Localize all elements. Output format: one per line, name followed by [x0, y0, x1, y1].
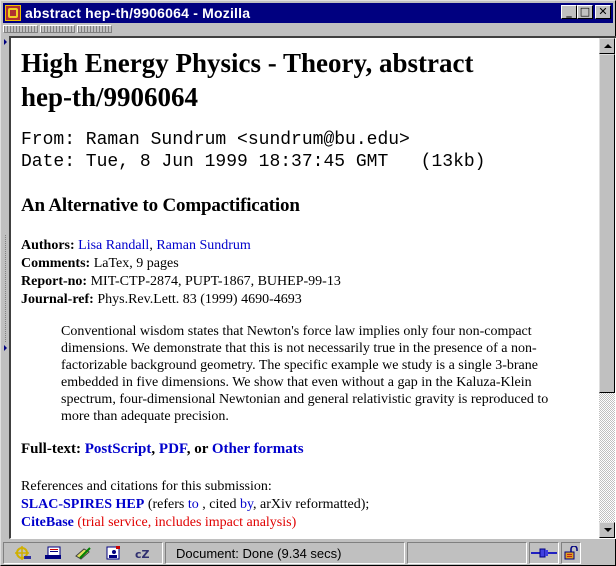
- maximize-button[interactable]: □: [577, 5, 593, 19]
- citebase-note: (trial service, includes impact analysis…: [73, 515, 297, 530]
- date-line: Date: Tue, 8 Jun 1999 18:37:45 GMT (13kb…: [21, 152, 486, 172]
- scroll-down-button[interactable]: [599, 522, 615, 538]
- irc-chat-icon[interactable]: cZ: [134, 546, 152, 561]
- sidebar-splitter[interactable]: [3, 37, 8, 537]
- sidebar-expand-arrow-icon[interactable]: [4, 39, 7, 45]
- scrollbar-thumb[interactable]: [599, 54, 615, 393]
- page-content: High Energy Physics - Theory, abstract h…: [11, 38, 599, 538]
- from-line: From: Raman Sundrum <sundrum@bu.edu>: [21, 130, 410, 150]
- minimize-button[interactable]: _: [561, 5, 577, 19]
- collapsed-toolbars: [3, 25, 613, 35]
- mail-icon[interactable]: [44, 546, 62, 560]
- fulltext-row: Full-text: PostScript, PDF, or Other for…: [21, 441, 304, 457]
- comments-value: LaTex, 9 pages: [93, 256, 179, 271]
- journal-label: Journal-ref:: [21, 292, 94, 307]
- postscript-link[interactable]: PostScript: [85, 441, 152, 457]
- paper-metadata: Authors: Lisa Randall, Raman Sundrum Com…: [21, 237, 341, 309]
- page-heading-line1: High Energy Physics - Theory, abstract: [21, 48, 474, 78]
- sidebar-grip-icon: [5, 235, 6, 343]
- slac-row: SLAC-SPIRES HEP (refers to , cited by, a…: [21, 496, 369, 514]
- arrow-down-icon: [604, 528, 612, 532]
- close-button[interactable]: ✕: [595, 5, 611, 19]
- report-row: Report-no: MIT-CTP-2874, PUPT-1867, BUHE…: [21, 273, 341, 291]
- comments-label: Comments:: [21, 256, 91, 271]
- refers-text: (refers: [144, 497, 188, 512]
- unlocked-padlock-icon: [564, 546, 578, 560]
- security-button[interactable]: [561, 542, 581, 564]
- citebase-row: CiteBase (trial service, includes impact…: [21, 514, 369, 532]
- comments-row: Comments: LaTex, 9 pages: [21, 255, 341, 273]
- progress-meter: [407, 542, 527, 564]
- journal-value: Phys.Rev.Lett. 83 (1999) 4690-4693: [97, 292, 302, 307]
- composer-icon[interactable]: [74, 546, 92, 560]
- toolbar-grip-location[interactable]: [40, 25, 75, 33]
- journal-row: Journal-ref: Phys.Rev.Lett. 83 (1999) 46…: [21, 291, 341, 309]
- fulltext-label: Full-text:: [21, 441, 81, 457]
- report-label: Report-no:: [21, 274, 88, 289]
- mozilla-app-icon[interactable]: [5, 5, 21, 21]
- title-bar[interactable]: abstract hep-th/9906064 - Mozilla _ □ ✕: [3, 3, 613, 23]
- report-value: MIT-CTP-2874, PUPT-1867, BUHEP-99-13: [90, 274, 341, 289]
- status-text: Document: Done (9.34 secs): [165, 542, 405, 564]
- page-heading-line2: hep-th/9906064: [21, 82, 199, 112]
- author-link[interactable]: Lisa Randall: [78, 238, 149, 253]
- pdf-link[interactable]: PDF: [159, 441, 187, 457]
- cited-text: , cited: [198, 497, 240, 512]
- maximize-icon: □: [579, 5, 591, 18]
- navigator-icon[interactable]: [14, 546, 32, 560]
- browser-window: abstract hep-th/9906064 - Mozilla _ □ ✕ …: [0, 0, 616, 566]
- other-formats-link[interactable]: Other formats: [212, 441, 304, 457]
- status-bar: cZ Document: Done (9.34 secs): [3, 542, 615, 564]
- submission-header: From: Raman Sundrum <sundrum@bu.edu> Dat…: [21, 129, 485, 173]
- author-link[interactable]: Raman Sundrum: [156, 238, 251, 253]
- vertical-scrollbar[interactable]: [599, 38, 615, 538]
- window-title: abstract hep-th/9906064 - Mozilla: [25, 5, 251, 21]
- paper-title: An Alternative to Compactification: [21, 195, 300, 216]
- close-icon: ✕: [598, 5, 608, 18]
- address-book-icon[interactable]: [104, 546, 122, 560]
- refers-to-link[interactable]: to: [188, 497, 199, 512]
- authors-label: Authors:: [21, 238, 75, 253]
- toolbar-grip-personal[interactable]: [77, 25, 112, 33]
- scroll-up-button[interactable]: [599, 38, 615, 54]
- online-status-button[interactable]: [529, 542, 559, 564]
- authors-row: Authors: Lisa Randall, Raman Sundrum: [21, 238, 251, 253]
- or-text: or: [194, 441, 209, 457]
- online-plug-icon: [531, 548, 557, 558]
- citebase-link[interactable]: CiteBase: [21, 515, 74, 530]
- svg-text:cZ: cZ: [135, 548, 150, 560]
- arxiv-text: , arXiv reformatted);: [253, 497, 370, 512]
- cited-by-link[interactable]: by: [240, 497, 253, 512]
- slac-spires-link[interactable]: SLAC-SPIRES HEP: [21, 497, 144, 512]
- toolbar-grip-navigation[interactable]: [3, 25, 38, 33]
- arrow-up-icon: [604, 44, 612, 48]
- references-section: References and citations for this submis…: [21, 478, 369, 532]
- sidebar-expand-arrow-icon[interactable]: [4, 345, 7, 351]
- abstract-text: Conventional wisdom states that Newton's…: [61, 324, 549, 424]
- page-heading: High Energy Physics - Theory, abstract h…: [21, 46, 474, 114]
- component-bar: cZ: [3, 542, 163, 564]
- minimize-icon: _: [566, 5, 572, 18]
- references-intro: References and citations for this submis…: [21, 479, 272, 494]
